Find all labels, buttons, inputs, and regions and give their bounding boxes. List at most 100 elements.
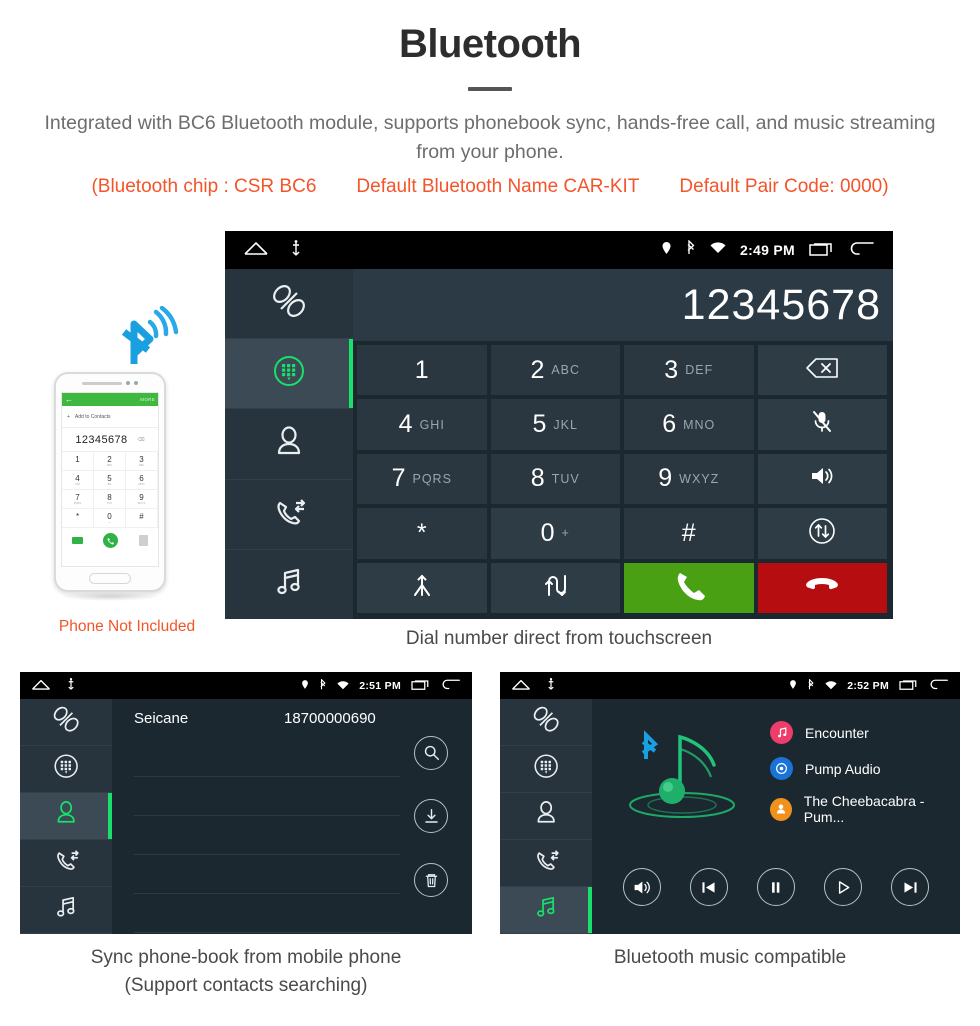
pair-link-icon [267,279,311,328]
pause-button[interactable] [756,868,795,906]
location-pin-icon [661,241,672,260]
sidebar-item-pair-link[interactable] [20,699,112,746]
transfer-audio-key[interactable] [757,508,887,559]
phone-key-digit: 5 [107,474,112,483]
sidebar-item-call-history[interactable] [225,480,353,550]
key-star[interactable]: * [357,508,487,559]
phone-video-call-icon[interactable] [72,537,84,544]
sidebar-item-dialpad[interactable] [225,339,353,410]
sidebar-item-contacts[interactable] [20,793,112,840]
home-icon[interactable] [243,241,269,260]
location-pin-icon [789,677,797,695]
volume-button[interactable] [622,868,661,906]
key-5[interactable]: 5 JKL [490,399,620,450]
pair-link-icon [49,702,83,741]
plus-icon: + [67,413,70,420]
back-arrow-icon[interactable] [441,677,461,695]
home-icon[interactable] [31,677,51,695]
phone-key-1[interactable]: 1 [62,452,94,471]
backspace-key[interactable] [757,345,887,396]
phone-more-button[interactable]: MORE [140,397,155,402]
phone-earpiece [56,374,164,392]
next-button[interactable] [891,868,930,906]
number-display[interactable]: 12345678 [353,269,893,341]
phone-key-2[interactable]: 2 ABC [94,452,126,471]
contact-row-empty [134,816,400,855]
phone-key-7[interactable]: 7 PQRS [62,490,94,509]
spec-bt-name: Default Bluetooth Name CAR-KIT [356,175,640,197]
sidebar-item-music[interactable] [225,550,353,619]
phone-key-0[interactable]: 0 + [94,509,126,528]
key-2[interactable]: 2 ABC [490,345,620,396]
phone-home-button[interactable] [56,567,164,589]
sidebar-item-contacts[interactable] [500,793,592,840]
key-hash[interactable]: # [624,508,754,559]
phone-back-icon[interactable]: ← [65,395,73,404]
key-6[interactable]: 6 MNO [624,399,754,450]
phone-key-9[interactable]: 9 WXYZ [126,490,158,509]
call-answer-key[interactable] [624,562,754,613]
sidebar-item-dialpad[interactable] [500,746,592,793]
phone-keypad: 1 2 ABC 3 DEF 4 GHI 5 JKL 6 MNO 7 PQRS 8 TUV 9 WXYZ * 0 +… [62,452,158,528]
track-item[interactable]: Pump Audio [770,757,960,780]
delete-contacts-button[interactable] [414,863,448,898]
search-contacts-button[interactable] [414,735,448,770]
back-arrow-icon[interactable] [929,677,949,695]
phone-key-6[interactable]: 6 MNO [126,471,158,490]
call-end-key[interactable] [757,562,887,613]
sidebar-item-call-history[interactable] [20,840,112,887]
sidebar-item-dialpad[interactable] [20,746,112,793]
phone-add-contact-row[interactable]: + Add to Contacts [62,406,158,428]
track-item[interactable]: The Cheebacabra - Pum... [770,793,960,825]
recents-icon[interactable] [809,240,835,261]
phone-key-letters: JKL [107,483,112,486]
previous-button[interactable] [689,868,728,906]
phone-key-star[interactable]: * [62,509,94,528]
back-arrow-icon[interactable] [849,240,875,261]
phone-key-4[interactable]: 4 GHI [62,471,94,490]
sidebar-item-pair-link[interactable] [225,269,353,340]
key-0[interactable]: 0 + [490,508,620,559]
swap-call-key[interactable] [490,562,620,613]
speaker-key[interactable] [757,453,887,505]
recents-icon[interactable] [899,677,919,695]
phone-key-hash[interactable]: # [126,509,158,528]
key-7[interactable]: 7 PQRS [357,453,487,505]
contact-row-empty [134,855,400,894]
key-digit: 5 [532,410,547,439]
music-icon [49,890,83,929]
merge-call-key[interactable] [357,562,487,613]
sidebar [225,269,353,619]
contact-row[interactable]: Seicane 18700000690 [134,699,400,738]
key-letters: WXYZ [679,471,720,486]
phone-call-button[interactable] [103,533,119,548]
track-item[interactable]: Encounter [770,721,960,744]
key-3[interactable]: 3 DEF [624,345,754,396]
key-1[interactable]: 1 [357,345,487,396]
mic-mute-key[interactable] [757,399,887,450]
sidebar-item-music[interactable] [20,887,112,934]
recents-icon[interactable] [411,677,431,695]
home-icon[interactable] [511,677,531,695]
key-8[interactable]: 8 TUV [490,453,620,505]
phone-backspace-icon[interactable]: ⌫ [138,437,145,443]
sidebar-item-contacts[interactable] [225,409,353,480]
phone-key-8[interactable]: 8 TUV [94,490,126,509]
phone-key-5[interactable]: 5 JKL [94,471,126,490]
sidebar-item-music[interactable] [500,887,592,934]
phone-keypad-toggle-icon[interactable] [138,535,148,546]
phone-key-letters: ABC [106,464,113,467]
phone-key-3[interactable]: 3 DEF [126,452,158,471]
wifi-icon [825,677,837,695]
key-9[interactable]: 9 WXYZ [624,453,754,505]
key-letters: ABC [551,363,581,378]
play-button[interactable] [824,868,863,906]
key-4[interactable]: 4 GHI [357,399,487,450]
page-description: Integrated with BC6 Bluetooth module, su… [44,112,936,164]
sidebar-item-pair-link[interactable] [500,699,592,746]
spec-line: (Bluetooth chip : CSR BC6 Default Blueto… [0,176,980,198]
phone-key-letters: TUV [106,502,113,505]
download-phonebook-button[interactable] [414,799,448,834]
dialpad-caption: Dial number direct from touchscreen [405,628,713,649]
sidebar-item-call-history[interactable] [500,840,592,887]
